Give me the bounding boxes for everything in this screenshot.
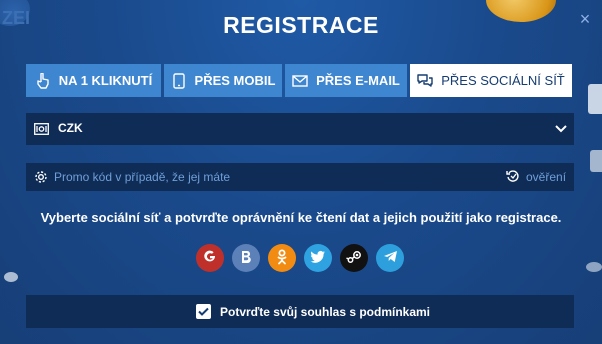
background-decoration-left <box>4 272 18 282</box>
envelope-icon <box>292 73 308 89</box>
gear-icon <box>34 170 48 184</box>
tab-email[interactable]: PŘES E-MAIL <box>285 64 407 97</box>
hand-pointer-icon <box>35 72 51 89</box>
twitter-icon <box>310 250 326 267</box>
google-icon <box>203 250 217 267</box>
page-title: REGISTRACE <box>223 12 379 38</box>
odnoklassniki-icon <box>276 249 288 268</box>
refresh-icon[interactable] <box>506 169 520 183</box>
currency-select[interactable]: CZK <box>26 113 574 145</box>
tab-label: NA 1 KLIKNUTÍ <box>58 73 153 88</box>
registration-tabs: NA 1 KLIKNUTÍ PŘES MOBIL PŘES E-MAIL PŘE… <box>26 64 574 97</box>
background-dice <box>588 84 602 114</box>
terms-checkbox[interactable] <box>196 304 211 319</box>
chevron-down-icon <box>554 121 568 135</box>
odnoklassniki-login-button[interactable] <box>268 244 296 272</box>
vk-icon <box>240 250 252 267</box>
terms-label[interactable]: Potvrďte svůj souhlas s podmínkami <box>220 305 430 319</box>
background-dice-2 <box>590 150 602 172</box>
tab-label: PŘES MOBIL <box>194 73 276 88</box>
verify-button[interactable]: ověření <box>526 170 566 184</box>
promo-code-input[interactable]: Promo kód v případě, že jej máte <box>54 170 230 184</box>
close-icon[interactable]: × <box>576 10 594 28</box>
social-network-list <box>196 244 404 272</box>
terms-agreement: Potvrďte svůj souhlas s podmínkami <box>26 295 574 328</box>
currency-flag-icon <box>34 122 49 135</box>
social-instructions: Vyberte sociální síť a potvrďte oprávněn… <box>40 210 562 225</box>
twitter-login-button[interactable] <box>304 244 332 272</box>
phone-icon <box>171 72 187 89</box>
tab-label: PŘES E-MAIL <box>316 73 400 88</box>
google-login-button[interactable] <box>196 244 224 272</box>
background-decoration-right <box>586 262 602 272</box>
tab-social[interactable]: PŘES SOCIÁLNÍ SÍŤ <box>410 64 572 97</box>
promo-code-field[interactable]: Promo kód v případě, že jej máte ověření <box>26 163 574 191</box>
vk-login-button[interactable] <box>232 244 260 272</box>
telegram-icon <box>383 250 398 266</box>
chat-bubbles-icon <box>417 73 433 89</box>
steam-login-button[interactable] <box>340 244 368 272</box>
tab-mobile[interactable]: PŘES MOBIL <box>164 64 282 97</box>
tab-one-click[interactable]: NA 1 KLIKNUTÍ <box>26 64 161 97</box>
tab-label: PŘES SOCIÁLNÍ SÍŤ <box>441 73 565 88</box>
telegram-login-button[interactable] <box>376 244 404 272</box>
currency-value: CZK <box>58 121 83 135</box>
steam-icon <box>346 250 362 267</box>
